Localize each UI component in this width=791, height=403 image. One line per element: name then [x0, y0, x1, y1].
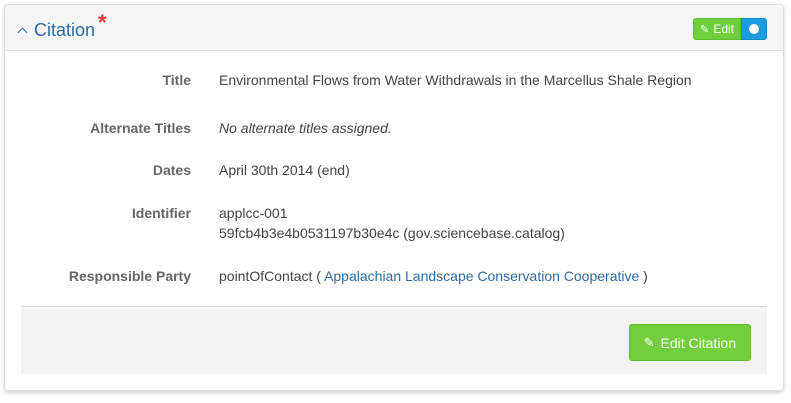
- edit-citation-button[interactable]: ✎ Edit Citation: [628, 324, 751, 361]
- field-value: Environmental Flows from Water Withdrawa…: [219, 72, 692, 88]
- edit-citation-label: Edit Citation: [660, 334, 736, 351]
- identifier-value: 59fcb4b3e4b0531197b30e4c (gov.sciencebas…: [219, 225, 565, 241]
- citation-collapse-toggle[interactable]: Citation *: [17, 12, 107, 41]
- party-suffix: ): [643, 268, 648, 284]
- edit-toolbar: ✎ Edit: [693, 18, 767, 40]
- edit-button-label: Edit: [713, 22, 734, 36]
- field-value: applcc-001 59fcb4b3e4b0531197b30e4c (gov…: [219, 203, 565, 243]
- party-role: pointOfContact (: [219, 268, 321, 284]
- edit-toggle[interactable]: [741, 18, 767, 40]
- chevron-up-icon: [17, 27, 28, 38]
- field-label: Alternate Titles: [90, 120, 191, 136]
- field-label: Responsible Party: [68, 268, 191, 284]
- field-label: Dates: [152, 162, 191, 178]
- required-marker: *: [98, 10, 107, 35]
- field-label: Identifier: [131, 205, 191, 221]
- panel-footer: ✎ Edit Citation: [21, 306, 767, 374]
- pencil-icon: ✎: [700, 23, 710, 36]
- toggle-dot-icon: [749, 24, 759, 34]
- panel-heading: Citation * ✎ Edit: [5, 5, 783, 51]
- field-label: Title: [162, 72, 191, 88]
- edit-button[interactable]: ✎ Edit: [693, 18, 741, 40]
- field-value: pointOfContact ( Appalachian Landscape C…: [219, 266, 648, 286]
- field-value: April 30th 2014 (end): [219, 162, 350, 178]
- party-link[interactable]: Appalachian Landscape Conservation Coope…: [324, 268, 639, 284]
- panel-title: Citation: [34, 19, 96, 40]
- pencil-icon: ✎: [643, 334, 655, 350]
- identifier-value: applcc-001: [219, 205, 288, 221]
- field-value: No alternate titles assigned.: [219, 120, 392, 136]
- citation-panel: Citation * ✎ Edit Title Environmental Fl…: [4, 4, 784, 391]
